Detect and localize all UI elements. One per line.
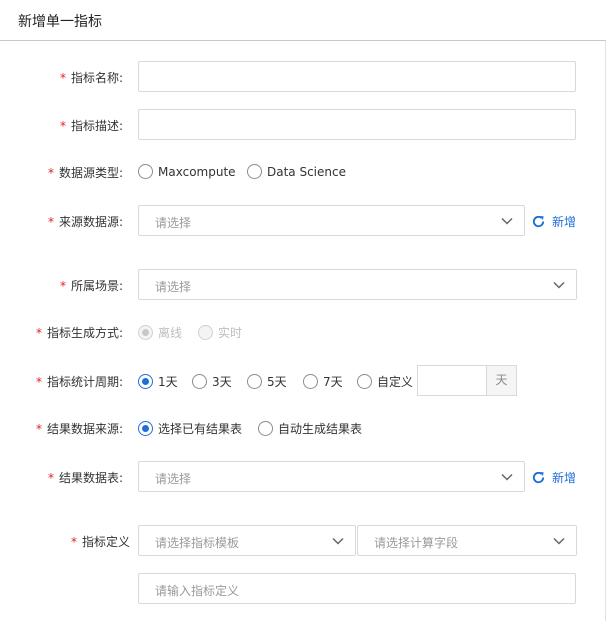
required-mark: * [47,215,54,229]
radio-circle[interactable] [357,374,372,389]
radio-offline: 离线 [138,324,182,341]
select-placeholder: 请选择指标模板 [155,536,240,550]
radio-label: 选择已有结果表 [158,422,243,436]
chevron-down-icon [500,470,514,484]
period-label-text: 指标统计周期: [46,375,123,389]
result-table-label-text: 结果数据表: [58,471,123,485]
name-label: * 指标名称: [60,69,123,86]
refresh-icon [532,215,545,228]
template-select[interactable]: 请选择指标模板 [138,525,356,556]
definition-label-text: 指标定义 [81,535,130,549]
result-table-label: * 结果数据表: [48,469,123,486]
source-select[interactable]: 请选择 [138,205,525,236]
required-mark: * [35,326,42,340]
required-mark: * [59,279,66,293]
radio-label: Maxcompute [158,164,236,179]
radio-7-days[interactable]: 7天 [303,373,343,390]
add-source-label: 新增 [552,215,577,229]
radio-label: 自定义 [377,375,414,389]
select-placeholder: 请选择计算字段 [374,536,459,550]
radio-circle[interactable] [258,421,273,436]
radio-label: Data Science [267,164,346,179]
gen-mode-label: * 指标生成方式: [36,324,123,341]
name-label-text: 指标名称: [70,71,123,85]
radio-label: 7天 [323,375,343,389]
chevron-down-icon [331,534,345,548]
radio-1-day[interactable]: 1天 [138,373,178,390]
dialog-header: 新增单一指标 [0,0,606,41]
custom-days-input[interactable]: 天 [417,365,517,396]
radio-circle[interactable] [138,374,153,389]
required-mark: * [47,471,54,485]
desc-input[interactable] [138,109,576,140]
source-type-label-text: 数据源类型: [58,166,123,180]
required-mark: * [59,119,66,133]
radio-circle[interactable] [138,164,153,179]
radio-existing-table[interactable]: 选择已有结果表 [138,420,242,437]
required-mark: * [47,166,54,180]
radio-data-science[interactable]: Data Science [247,164,346,179]
radio-label: 自动生成结果表 [278,422,363,436]
source-type-label: * 数据源类型: [48,164,123,181]
result-source-label-text: 结果数据来源: [46,422,123,436]
radio-realtime: 实时 [198,324,242,341]
gen-mode-label-text: 指标生成方式: [46,326,123,340]
chevron-down-icon [552,534,566,548]
add-result-table-label: 新增 [552,471,577,485]
chevron-down-icon [500,214,514,228]
radio-circle[interactable] [138,421,153,436]
radio-label: 3天 [212,375,232,389]
required-mark: * [35,375,42,389]
radio-circle [138,325,153,340]
dialog-title: 新增单一指标 [18,14,102,30]
radio-3-days[interactable]: 3天 [192,373,232,390]
desc-label: * 指标描述: [60,117,123,134]
radio-circle[interactable] [247,164,262,179]
field-select[interactable]: 请选择计算字段 [357,525,577,556]
scene-label: * 所属场景: [60,277,123,294]
required-mark: * [59,71,66,85]
radio-label: 实时 [218,326,243,340]
select-placeholder: 请选择 [155,472,192,486]
input-placeholder: 请输入指标定义 [155,584,240,598]
result-source-label: * 结果数据来源: [36,420,123,437]
radio-custom[interactable]: 自定义 [357,373,413,390]
period-label: * 指标统计周期: [36,373,123,390]
radio-circle [198,325,213,340]
scene-select[interactable]: 请选择 [138,269,577,300]
source-label-text: 来源数据源: [58,215,123,229]
radio-circle[interactable] [303,374,318,389]
radio-label: 1天 [158,375,178,389]
name-input[interactable] [138,61,576,92]
scene-label-text: 所属场景: [70,279,123,293]
required-mark: * [35,422,42,436]
radio-circle[interactable] [192,374,207,389]
definition-input[interactable]: 请输入指标定义 [138,573,576,604]
add-result-table-button[interactable]: 新增 [531,469,576,486]
select-placeholder: 请选择 [155,216,192,230]
days-unit-addon: 天 [486,366,516,395]
result-table-select[interactable]: 请选择 [138,461,525,492]
radio-auto-table[interactable]: 自动生成结果表 [258,420,362,437]
radio-5-days[interactable]: 5天 [247,373,287,390]
radio-label: 离线 [158,326,183,340]
chevron-down-icon [552,278,566,292]
radio-maxcompute[interactable]: Maxcompute [138,164,236,179]
radio-label: 5天 [267,375,287,389]
add-source-button[interactable]: 新增 [531,213,576,230]
refresh-icon [532,471,545,484]
select-placeholder: 请选择 [155,280,192,294]
desc-label-text: 指标描述: [70,119,123,133]
source-label: * 来源数据源: [48,213,123,230]
definition-label: * 指标定义 [71,533,130,550]
required-mark: * [70,535,77,549]
radio-circle[interactable] [247,374,262,389]
